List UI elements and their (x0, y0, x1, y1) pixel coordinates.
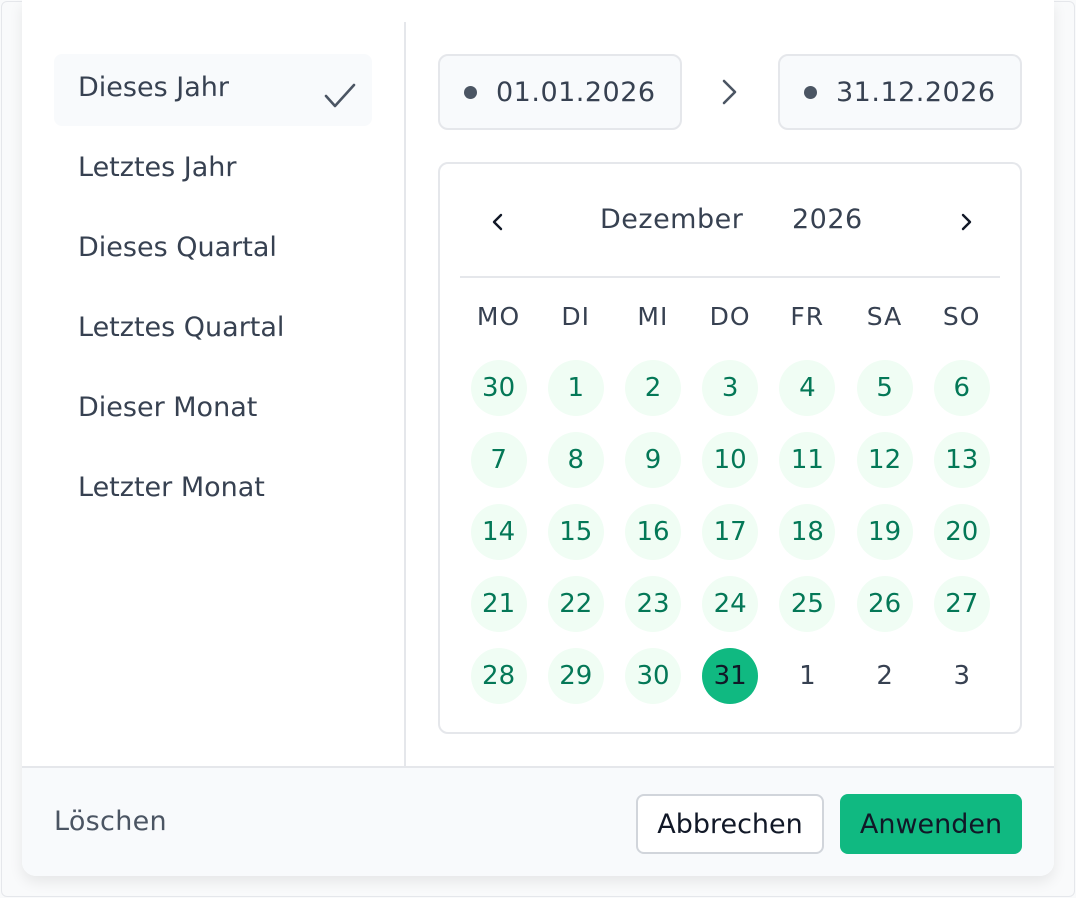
preset-label: Letztes Quartal (78, 312, 285, 343)
footer: Löschen Abbrechen Anwenden (22, 766, 1054, 876)
calendar-separator (460, 276, 1000, 278)
calendar-day[interactable]: 28 (470, 648, 527, 704)
cancel-button[interactable]: Abbrechen (636, 794, 824, 854)
calendar-year[interactable]: 2026 (792, 204, 863, 235)
calendar-day[interactable]: 23 (625, 576, 681, 632)
calendar-day[interactable]: 11 (779, 432, 836, 488)
calendar-day[interactable]: 31 (702, 648, 759, 704)
apply-button[interactable]: Anwenden (840, 794, 1022, 854)
calendar-day[interactable]: 6 (933, 360, 990, 416)
calendar-day[interactable]: 19 (856, 504, 913, 560)
preset-item[interactable]: Dieses Quartal (54, 214, 372, 286)
calendar: Dezember 2026 MO DI MI DO FR SA SO 30 1 2 3 4 5 6 7 8 9… (438, 162, 1022, 734)
calendar-day[interactable]: 13 (933, 432, 990, 488)
weekday-label: SO (942, 302, 981, 331)
check-icon (324, 83, 356, 108)
preset-label: Letzter Monat (78, 472, 265, 503)
calendar-day[interactable]: 3 (702, 360, 759, 416)
preset-item[interactable]: Dieses Jahr (54, 54, 372, 126)
calendar-day[interactable]: 29 (547, 648, 604, 704)
calendar-day[interactable]: 2 (857, 648, 913, 704)
preset-list: Dieses Jahr Letztes Jahr Dieses Quartal Let… (54, 54, 372, 534)
clear-button[interactable]: Löschen (54, 806, 167, 837)
start-date-field[interactable]: 01.01.2026 (438, 54, 682, 130)
weekday-label: MI (637, 302, 669, 331)
vertical-divider (404, 22, 406, 766)
weekday-label: MO (476, 302, 521, 331)
chevron-right-icon (722, 79, 737, 105)
calendar-header: Dezember 2026 (440, 164, 1020, 278)
calendar-day[interactable]: 25 (779, 576, 836, 632)
weekday-label: DO (709, 302, 751, 331)
calendar-day[interactable]: 15 (547, 504, 604, 560)
weekday-label: SA (866, 302, 903, 331)
calendar-day[interactable]: 5 (856, 360, 913, 416)
calendar-day[interactable]: 9 (625, 432, 681, 488)
chevron-right-icon (961, 213, 972, 231)
calendar-day[interactable]: 4 (779, 360, 836, 416)
calendar-day[interactable]: 7 (470, 432, 527, 488)
preset-item[interactable]: Letzter Monat (54, 454, 372, 526)
calendar-day[interactable]: 21 (470, 576, 527, 632)
weekday-label: FR (790, 302, 825, 331)
preset-label: Dieses Quartal (78, 232, 277, 263)
end-date-dot (804, 85, 817, 99)
calendar-day[interactable]: 30 (625, 648, 681, 704)
preset-label: Dieser Monat (78, 392, 258, 423)
calendar-day[interactable]: 24 (702, 576, 759, 632)
calendar-day[interactable]: 3 (934, 648, 990, 704)
weekday-row: MO DI MI DO FR SA SO (460, 302, 1000, 342)
date-range-picker: Dieses Jahr Letztes Jahr Dieses Quartal Let… (22, 0, 1054, 876)
calendar-day[interactable]: 26 (856, 576, 913, 632)
preset-label: Letztes Jahr (78, 152, 237, 183)
calendar-day[interactable]: 18 (779, 504, 836, 560)
calendar-day[interactable]: 2 (625, 360, 681, 416)
calendar-day[interactable]: 8 (547, 432, 604, 488)
start-date-value: 01.01.2026 (496, 76, 656, 108)
calendar-day[interactable]: 17 (702, 504, 759, 560)
calendar-day[interactable]: 22 (547, 576, 604, 632)
calendar-day[interactable]: 10 (702, 432, 759, 488)
calendar-day[interactable]: 1 (779, 648, 835, 704)
preset-item[interactable]: Letztes Quartal (54, 294, 372, 366)
weekday-label: DI (561, 302, 590, 331)
calendar-day[interactable]: 12 (856, 432, 913, 488)
preset-item[interactable]: Letztes Jahr (54, 134, 372, 206)
preset-item[interactable]: Dieser Monat (54, 374, 372, 446)
end-date-field[interactable]: 31.12.2026 (778, 54, 1022, 130)
end-date-value: 31.12.2026 (836, 76, 996, 108)
calendar-day[interactable]: 20 (933, 504, 990, 560)
calendar-day[interactable]: 14 (470, 504, 527, 560)
start-date-dot (464, 85, 477, 99)
calendar-day[interactable]: 27 (933, 576, 990, 632)
calendar-day[interactable]: 30 (470, 360, 527, 416)
chevron-left-icon (492, 213, 503, 231)
preset-label: Dieses Jahr (78, 72, 229, 103)
calendar-day[interactable]: 16 (625, 504, 681, 560)
calendar-month[interactable]: Dezember (600, 204, 743, 235)
calendar-day[interactable]: 1 (547, 360, 604, 416)
next-month-button[interactable] (948, 204, 984, 240)
prev-month-button[interactable] (480, 204, 516, 240)
